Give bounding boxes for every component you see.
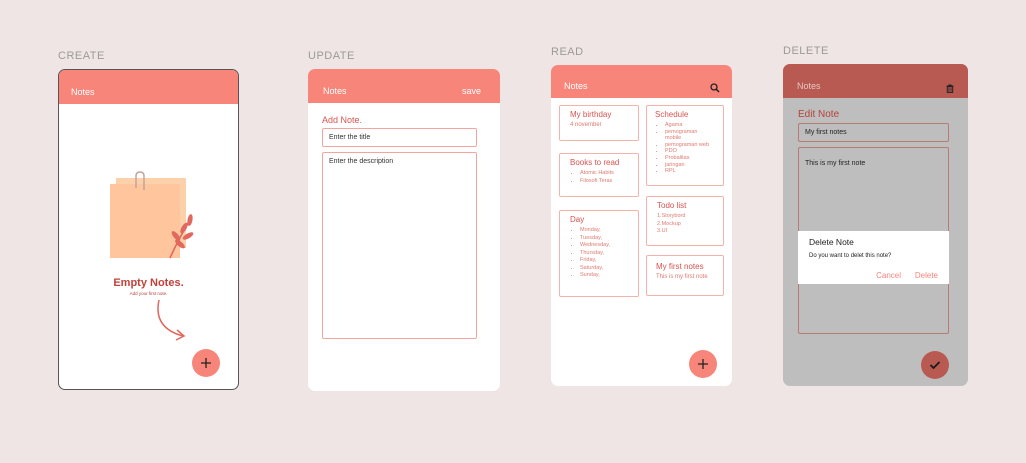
app-title: Notes <box>71 87 95 97</box>
note-card-todo[interactable]: Todo list 1.Storybord 2.Mockup 3.UI <box>646 196 724 246</box>
note-title: My birthday <box>570 110 612 119</box>
list-item: Filosofi Teras <box>580 178 628 186</box>
note-lines: 1.Storybord 2.Mockup 3.UI <box>657 213 713 236</box>
note-title: Books to read <box>570 158 620 167</box>
save-button[interactable]: save <box>462 86 481 96</box>
list-item: 1.Storybord <box>657 213 686 219</box>
list-item: pemograman web <box>665 142 715 149</box>
note-card-schedule[interactable]: Schedule Agama pemograman mobile pemogra… <box>646 105 724 186</box>
search-icon[interactable] <box>710 83 720 93</box>
note-title: Todo list <box>657 201 687 210</box>
app-bar: Notes <box>551 65 732 98</box>
section-label-delete: DELETE <box>783 45 829 57</box>
title-input[interactable]: My first notes <box>798 123 949 142</box>
edit-note-heading: Edit Note <box>798 109 840 120</box>
empty-notes-title: Empty Notes. <box>113 277 184 289</box>
list-item: Agama <box>665 122 715 129</box>
delete-button[interactable]: Delete <box>915 271 938 280</box>
section-label-create: CREATE <box>58 50 105 62</box>
list-item: Monday, <box>580 227 628 235</box>
note-list: Atomic Habits Filosofi Teras <box>570 170 628 185</box>
note-list: Monday, Tuesday, Wednesday, Thursday, Fr… <box>570 227 628 280</box>
dialog-message: Do you want to delet this note? <box>809 253 892 259</box>
add-note-button[interactable] <box>192 349 220 377</box>
delete-dialog: Delete Note Do you want to delet this no… <box>798 231 949 284</box>
note-title: Day <box>570 215 585 224</box>
cancel-button[interactable]: Cancel <box>876 271 901 280</box>
app-title: Notes <box>797 81 821 91</box>
delete-screen: Notes Edit Note My first notes This is m… <box>783 64 968 386</box>
list-item: PDO <box>665 148 715 155</box>
list-item: Probalitas <box>665 155 715 162</box>
add-note-heading: Add Note. <box>322 115 363 125</box>
list-item: Saturday, <box>580 265 628 273</box>
list-item: pemograman mobile <box>665 129 715 142</box>
empty-notes-illustration <box>110 171 194 259</box>
list-item: jaringan <box>665 162 715 169</box>
empty-notes-subtitle: Add your first note. <box>129 291 168 296</box>
list-item: Thursday, <box>580 250 628 258</box>
plus-icon <box>698 359 708 369</box>
note-body: 4 november <box>570 122 602 128</box>
confirm-button[interactable] <box>921 351 949 379</box>
note-card-day[interactable]: Day Monday, Tuesday, Wednesday, Thursday… <box>559 210 639 297</box>
note-body: This is my first note <box>656 274 708 280</box>
note-title: Schedule <box>655 110 689 119</box>
add-note-button[interactable] <box>689 350 717 378</box>
note-card-books[interactable]: Books to read Atomic Habits Filosofi Ter… <box>559 153 639 197</box>
app-bar: Notes <box>59 70 238 104</box>
list-item: Atomic Habits <box>580 170 628 178</box>
app-bar: Notes <box>783 64 968 98</box>
update-screen: Notes save Add Note. Enter the title Ent… <box>308 69 500 391</box>
list-item: Wednesday, <box>580 242 628 250</box>
arrow-icon <box>157 299 186 341</box>
section-label-read: READ <box>551 46 584 58</box>
app-title: Notes <box>564 81 588 91</box>
list-item: Friday, <box>580 257 628 265</box>
checkmark-icon <box>929 361 941 370</box>
app-title: Notes <box>323 86 347 96</box>
list-item: 3.UI <box>657 228 668 234</box>
note-list: Agama pemograman mobile pemograman web P… <box>655 122 715 175</box>
note-card-first[interactable]: My first notes This is my first note <box>646 255 724 296</box>
section-label-update: UPDATE <box>308 50 355 62</box>
list-item: 2.Mockup <box>657 220 681 227</box>
note-title: My first notes <box>656 262 704 271</box>
app-bar: Notes save <box>308 69 500 103</box>
plus-icon <box>201 358 211 368</box>
trash-icon[interactable] <box>946 84 954 93</box>
list-item: Sunday, <box>580 272 628 280</box>
read-screen: Notes My birthday 4 november Books to re… <box>551 65 732 386</box>
dialog-title: Delete Note <box>809 237 854 247</box>
list-item: RPL <box>665 168 715 175</box>
list-item: Tuesday, <box>580 235 628 243</box>
description-input[interactable]: Enter the description <box>322 152 477 339</box>
note-card-birthday[interactable]: My birthday 4 november <box>559 105 639 141</box>
create-screen: Notes Empty Notes. Add your first note. <box>58 69 239 390</box>
title-input[interactable]: Enter the title <box>322 128 477 147</box>
